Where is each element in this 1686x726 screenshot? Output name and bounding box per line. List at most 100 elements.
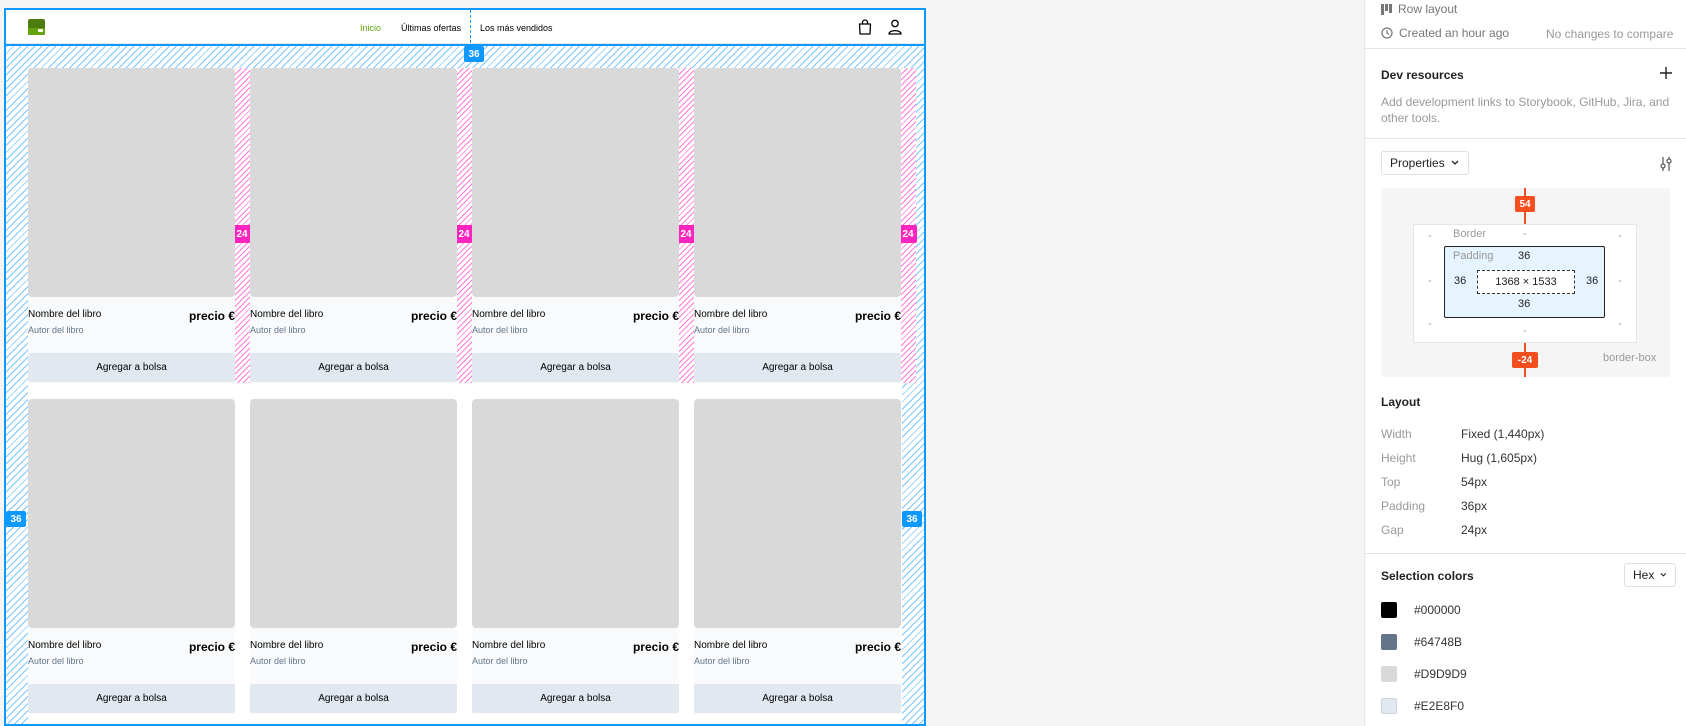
border-left-bottom-dash: - xyxy=(1428,318,1432,330)
properties-label: Properties xyxy=(1390,156,1445,170)
book-cover-image xyxy=(472,68,679,297)
padding-right-badge: 36 xyxy=(902,511,922,527)
padding-top-badge: 36 xyxy=(464,46,484,62)
add-to-bag-button[interactable]: Agregar a bolsa xyxy=(28,684,235,713)
book-author: Autor del libro xyxy=(472,656,528,666)
book-cover-image xyxy=(28,68,235,297)
color-swatch[interactable] xyxy=(1381,666,1397,682)
product-info: Nombre del libro precio € Autor del libr… xyxy=(28,628,235,714)
add-to-bag-button[interactable]: Agregar a bolsa xyxy=(694,684,901,713)
book-price: precio € xyxy=(188,309,235,323)
add-to-bag-button[interactable]: Agregar a bolsa xyxy=(472,684,679,713)
book-name: Nombre del libro xyxy=(28,640,102,651)
product-info: Nombre del libro precio € Autor del libr… xyxy=(694,628,901,714)
border-right-top-dash: - xyxy=(1618,230,1622,242)
created-row: Created an hour ago xyxy=(1381,26,1509,40)
padding-left-badge: 36 xyxy=(6,511,26,527)
add-to-bag-button[interactable]: Agregar a bolsa xyxy=(28,353,235,382)
chevron-down-icon xyxy=(1451,160,1459,165)
canvas-frame[interactable]: Inicio Últimas ofertas Los más vendidos … xyxy=(4,8,926,726)
gap-badge: 24 xyxy=(233,225,251,243)
box-sizing-label: border-box xyxy=(1603,352,1657,364)
book-price: precio € xyxy=(188,640,235,654)
border-top-value: - xyxy=(1523,228,1527,240)
color-swatch[interactable] xyxy=(1381,602,1397,618)
book-name: Nombre del libro xyxy=(694,640,768,651)
book-author: Autor del libro xyxy=(28,325,84,335)
product-info: Nombre del libro precio € Autor del libr… xyxy=(694,297,901,383)
content-size: 1368 × 1533 xyxy=(1477,270,1575,294)
border-right-value: - xyxy=(1618,275,1622,287)
book-name: Nombre del libro xyxy=(472,640,546,651)
layout-value-padding[interactable]: 36px xyxy=(1461,499,1487,513)
book-name: Nombre del libro xyxy=(28,309,102,320)
color-swatch[interactable] xyxy=(1381,634,1397,650)
add-icon[interactable] xyxy=(1660,67,1672,79)
color-format-label: Hex xyxy=(1633,568,1655,582)
color-hex-label[interactable]: #64748B xyxy=(1414,635,1462,649)
history-icon xyxy=(1381,27,1393,39)
add-to-bag-button[interactable]: Agregar a bolsa xyxy=(472,353,679,382)
color-hex-label[interactable]: #000000 xyxy=(1414,603,1461,617)
product-grid-frame[interactable]: 36 36 36 24 24 24 24 Nombre del libro pr… xyxy=(6,44,924,724)
book-price: precio € xyxy=(410,640,457,654)
site-navbar: Inicio Últimas ofertas Los más vendidos xyxy=(6,10,924,44)
wallet-logo-icon[interactable] xyxy=(28,19,45,35)
border-left-top-dash: - xyxy=(1428,230,1432,242)
dev-resources-title: Dev resources xyxy=(1381,68,1464,82)
selection-colors-title: Selection colors xyxy=(1381,569,1474,583)
properties-dropdown[interactable]: Properties xyxy=(1381,151,1469,175)
layout-value-width[interactable]: Fixed (1,440px) xyxy=(1461,427,1544,441)
padding-left-value: 36 xyxy=(1454,275,1467,287)
nav-link-inicio[interactable]: Inicio xyxy=(360,23,381,33)
book-name: Nombre del libro xyxy=(472,309,546,320)
gap-badge: 24 xyxy=(677,225,695,243)
layout-value-height[interactable]: Hug (1,605px) xyxy=(1461,451,1537,465)
settings-sliders-icon[interactable] xyxy=(1660,157,1672,171)
add-to-bag-button[interactable]: Agregar a bolsa xyxy=(694,353,901,382)
divider xyxy=(1365,48,1686,49)
book-name: Nombre del libro xyxy=(694,309,768,320)
book-cover-image xyxy=(250,399,457,628)
row-layout-label: Row layout xyxy=(1398,2,1458,16)
margin-bottom-badge: -24 xyxy=(1512,352,1538,368)
book-name: Nombre del libro xyxy=(250,640,324,651)
layout-key-height: Height xyxy=(1381,451,1416,465)
add-to-bag-button[interactable]: Agregar a bolsa xyxy=(250,353,457,382)
border-bottom-value: - xyxy=(1523,325,1527,337)
product-info: Nombre del libro precio € Autor del libr… xyxy=(250,628,457,714)
border-right-bottom-dash: - xyxy=(1618,318,1622,330)
compare-label: No changes to compare xyxy=(1546,27,1674,41)
book-author: Autor del libro xyxy=(694,656,750,666)
layout-key-top: Top xyxy=(1381,475,1401,489)
color-hex-label[interactable]: #D9D9D9 xyxy=(1414,667,1467,681)
divider xyxy=(1365,553,1686,554)
layout-key-gap: Gap xyxy=(1381,523,1404,537)
layout-key-width: Width xyxy=(1381,427,1412,441)
layout-title: Layout xyxy=(1381,395,1421,409)
add-to-bag-button[interactable]: Agregar a bolsa xyxy=(250,684,457,713)
book-price: precio € xyxy=(632,309,679,323)
divider xyxy=(1365,138,1686,139)
nav-link-ultimas-ofertas[interactable]: Últimas ofertas xyxy=(401,23,461,33)
book-price: precio € xyxy=(410,309,457,323)
product-info: Nombre del libro precio € Autor del libr… xyxy=(472,628,679,714)
padding-right-value: 36 xyxy=(1586,275,1599,287)
book-author: Autor del libro xyxy=(472,325,528,335)
product-grid: 24 24 24 24 Nombre del libro precio € Au… xyxy=(28,68,917,724)
layout-value-top[interactable]: 54px xyxy=(1461,475,1487,489)
gap-badge: 24 xyxy=(455,225,473,243)
user-icon[interactable] xyxy=(888,19,902,35)
shopping-bag-icon[interactable] xyxy=(858,19,872,35)
book-price: precio € xyxy=(854,640,901,654)
border-label: Border xyxy=(1453,228,1487,240)
color-swatch[interactable] xyxy=(1381,698,1397,714)
created-label: Created an hour ago xyxy=(1399,26,1510,40)
border-left-value: - xyxy=(1428,275,1432,287)
nav-link-mas-vendidos[interactable]: Los más vendidos xyxy=(480,23,553,33)
color-hex-label[interactable]: #E2E8F0 xyxy=(1414,699,1464,713)
row-layout-icon xyxy=(1381,3,1392,15)
color-format-dropdown[interactable]: Hex xyxy=(1624,563,1676,587)
layout-value-gap[interactable]: 24px xyxy=(1461,523,1487,537)
box-model-diagram: 54 Border - - - - - - - - Padding 36 36 … xyxy=(1381,188,1670,377)
